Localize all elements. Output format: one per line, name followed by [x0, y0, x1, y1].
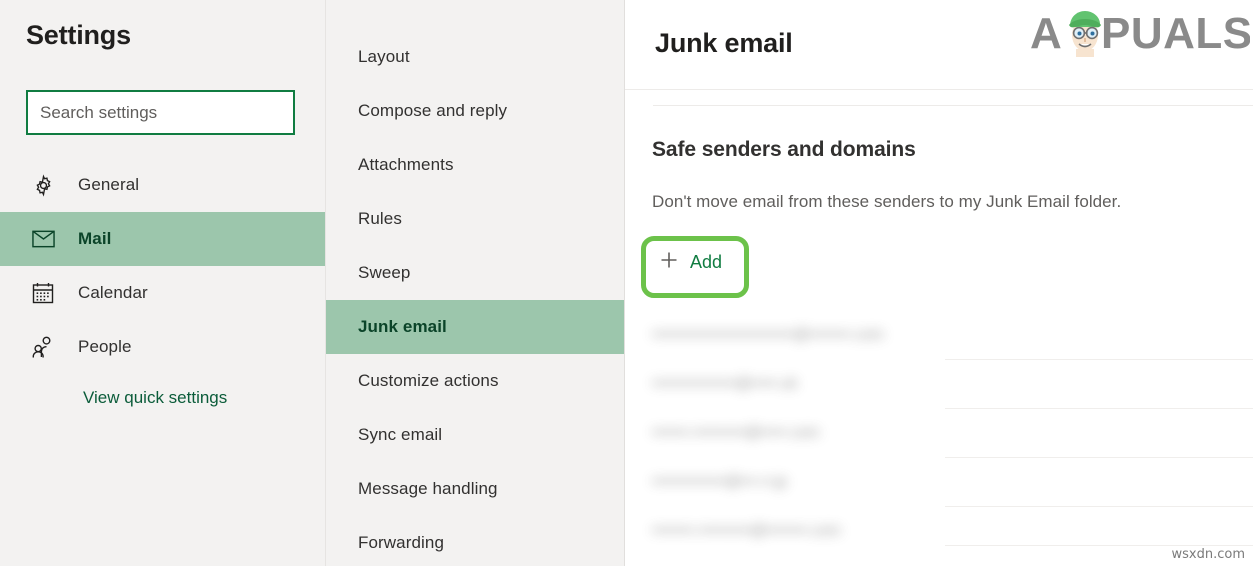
plus-icon: [659, 250, 679, 274]
appuals-logo-svg: A PUALS: [1030, 9, 1250, 58]
subnav-item-customize-actions[interactable]: Customize actions: [326, 354, 624, 408]
people-icon: [30, 334, 56, 360]
section-description: Don't move email from these senders to m…: [652, 192, 1122, 211]
sidebar-nav: General Mail Calendar People: [0, 158, 325, 374]
mail-subnav-list: Layout Compose and reply Attachments Rul…: [326, 30, 624, 566]
sidebar-item-label: General: [78, 175, 140, 194]
subnav-item-compose-and-reply[interactable]: Compose and reply: [326, 84, 624, 138]
search-input[interactable]: [28, 92, 293, 133]
sender-address: •••••••••••••••••••••••••••@••••••••.com: [652, 326, 884, 343]
sidebar-item-general[interactable]: General: [0, 158, 325, 212]
sidebar-item-label: Mail: [78, 229, 112, 248]
gear-icon: [30, 172, 56, 198]
svg-text:PUALS: PUALS: [1101, 9, 1250, 58]
settings-sidebar: Settings General: [0, 0, 325, 566]
subnav-item-junk-email[interactable]: Junk email: [326, 300, 624, 354]
search-settings-box[interactable]: [26, 90, 295, 135]
envelope-icon: [30, 226, 56, 252]
subnav-item-attachments[interactable]: Attachments: [326, 138, 624, 192]
svg-text:A: A: [1030, 9, 1062, 58]
safe-senders-list: •••••••••••••••••••••••••••@••••••••.com…: [625, 310, 1253, 555]
list-item[interactable]: •••••••.••••••••••@•••••.com: [625, 408, 1253, 457]
add-button-label: Add: [690, 251, 723, 272]
calendar-icon: [30, 280, 56, 306]
subnav-item-layout[interactable]: Layout: [326, 30, 624, 84]
list-item[interactable]: •••••••••••••••••••••••••••@••••••••.com: [625, 310, 1253, 359]
list-item[interactable]: ••••••••••••••••@•••••.uk: [625, 359, 1253, 408]
sender-address: ••••••••.••••••••••@••••••••.com: [652, 522, 841, 539]
page-title: Settings: [26, 20, 131, 50]
view-quick-settings-link[interactable]: View quick settings: [83, 388, 227, 408]
add-button[interactable]: Add: [655, 247, 726, 277]
list-item[interactable]: ••••••••••••••@•••.••.jp: [625, 457, 1253, 506]
sidebar-item-people[interactable]: People: [0, 320, 325, 374]
sidebar-item-calendar[interactable]: Calendar: [0, 266, 325, 320]
junk-email-panel: Junk email A PUALS Safe senders and doma…: [625, 0, 1253, 566]
sender-address: ••••••••••••••@•••.••.jp: [652, 473, 788, 490]
sidebar-item-label: Calendar: [78, 283, 148, 302]
sidebar-item-label: People: [78, 337, 132, 356]
section-heading: Safe senders and domains: [652, 138, 916, 161]
sender-address: •••••••.••••••••••@•••••.com: [652, 424, 820, 441]
subnav-item-rules[interactable]: Rules: [326, 192, 624, 246]
subnav-item-forwarding[interactable]: Forwarding: [326, 516, 624, 566]
subnav-item-sync-email[interactable]: Sync email: [326, 408, 624, 462]
sidebar-item-mail[interactable]: Mail: [0, 212, 325, 266]
sender-address: ••••••••••••••••@•••••.uk: [652, 375, 798, 392]
settings-window: Settings General: [0, 0, 1253, 566]
subnav-item-message-handling[interactable]: Message handling: [326, 462, 624, 516]
list-item[interactable]: ••••••••.••••••••••@••••••••.com: [625, 506, 1253, 555]
panel-header: Junk email A PUALS: [625, 0, 1253, 90]
subnav-item-sweep[interactable]: Sweep: [326, 246, 624, 300]
mail-subnav: Layout Compose and reply Attachments Rul…: [325, 0, 625, 566]
watermark: wsxdn.com: [1171, 547, 1246, 562]
appuals-logo: A PUALS: [1028, 6, 1250, 58]
section-divider: [653, 105, 1253, 106]
list-bottom-divider: [945, 545, 1253, 546]
panel-title: Junk email: [655, 28, 793, 58]
appuals-mascot-icon: [1069, 11, 1101, 57]
